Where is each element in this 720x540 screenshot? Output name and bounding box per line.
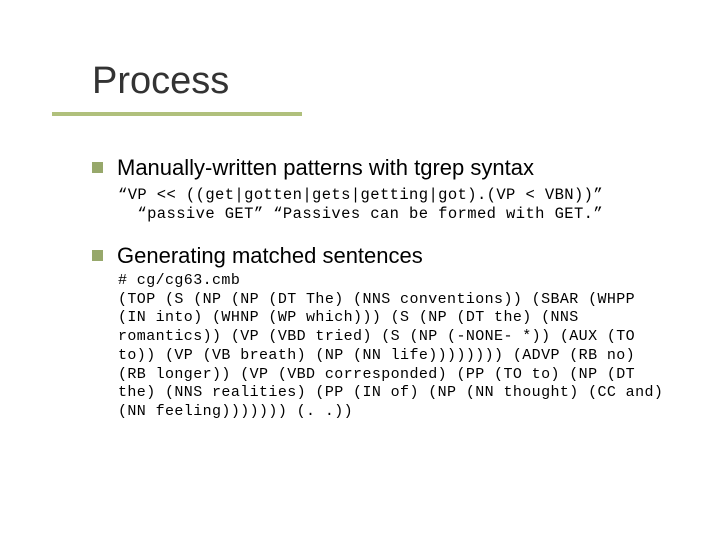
bullet-text: Manually-written patterns with tgrep syn… — [117, 154, 534, 182]
bullet-item: Manually-written patterns with tgrep syn… — [92, 154, 662, 182]
square-bullet-icon — [92, 162, 103, 173]
slide-body: Manually-written patterns with tgrep syn… — [92, 150, 662, 422]
title-underline — [52, 112, 302, 116]
slide-title: Process — [92, 60, 229, 103]
bullet-item: Generating matched sentences — [92, 242, 662, 270]
title-wrap: Process — [92, 60, 229, 103]
code-block: “VP << ((get|gotten|gets|getting|got).(V… — [118, 186, 662, 225]
slide: Process Manually-written patterns with t… — [0, 0, 720, 540]
code-block: # cg/cg63.cmb (TOP (S (NP (NP (DT The) (… — [118, 272, 668, 422]
square-bullet-icon — [92, 250, 103, 261]
bullet-text: Generating matched sentences — [117, 242, 423, 270]
